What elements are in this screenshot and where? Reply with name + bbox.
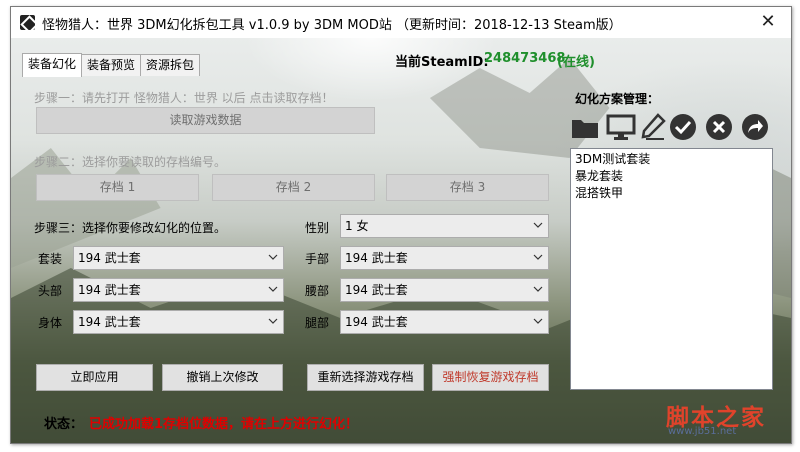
plan-list-item[interactable]: 混搭铁甲 [575,185,768,202]
chevron-down-icon [533,286,543,292]
monitor-icon[interactable] [606,112,636,142]
status-message: 已成功加载1存档位数据，请在上方进行幻化！ [89,417,359,432]
hand-label: 手部 [305,252,330,266]
waist-label: 腰部 [305,284,330,298]
step1-text: 步骤一：请先打开 怪物猎人：世界 以后 点击读取存档！ [34,91,334,105]
leg-select[interactable]: 194 武士套 [340,310,549,334]
undo-last-change-button[interactable]: 撤销上次修改 [162,364,283,391]
tab-bar: 装备幻化 装备预览 资源拆包 [22,53,201,77]
steam-id-value: 248473468 [484,51,566,66]
app-window: 怪物猎人：世界 3DM幻化拆包工具 v1.0.9 by 3DM MOD站 （更新… [10,6,792,444]
steam-id-label: 当前SteamID: [395,55,489,70]
chevron-down-icon [533,222,543,228]
app-icon [20,15,35,30]
set-select-value: 194 武士套 [78,251,141,265]
waist-select[interactable]: 194 武士套 [340,278,549,302]
body-select-value: 194 武士套 [78,315,141,329]
save-slot-3-button[interactable]: 存档 3 [386,174,549,201]
chevron-down-icon [268,254,278,260]
plan-management-title: 幻化方案管理： [575,92,660,106]
apply-now-button[interactable]: 立即应用 [36,364,153,391]
chevron-down-icon [533,318,543,324]
pen-icon[interactable] [638,112,668,142]
chevron-down-icon [268,286,278,292]
leg-label: 腿部 [305,316,330,330]
body-label: 身体 [38,316,63,330]
delete-icon[interactable] [704,112,734,142]
folder-icon[interactable] [570,112,600,142]
save-slot-2-button[interactable]: 存档 2 [212,174,375,201]
set-select[interactable]: 194 武士套 [73,246,284,270]
plan-toolbar [570,112,778,144]
plan-list-item[interactable]: 暴龙套装 [575,168,768,185]
leg-select-value: 194 武士套 [345,315,408,329]
tab-equipment-transmog[interactable]: 装备幻化 [22,53,83,77]
tab-equipment-preview[interactable]: 装备预览 [81,54,142,76]
chevron-down-icon [533,254,543,260]
gender-select[interactable]: 1 女 [340,214,549,238]
step3-text: 步骤三：选择你要修改幻化的位置。 [34,221,227,235]
chevron-down-icon [268,318,278,324]
gender-select-value: 1 女 [345,219,369,233]
window-title: 怪物猎人：世界 3DM幻化拆包工具 v1.0.9 by 3DM MOD站 （更新… [42,18,622,33]
hand-select-value: 194 武士套 [345,251,408,265]
head-label: 头部 [38,284,63,298]
title-bar: 怪物猎人：世界 3DM幻化拆包工具 v1.0.9 by 3DM MOD站 （更新… [11,7,791,38]
hand-select[interactable]: 194 武士套 [340,246,549,270]
watermark-url: www.jb51.net [668,426,737,437]
read-game-data-button[interactable]: 读取游戏数据 [36,107,375,134]
body-select[interactable]: 194 武士套 [73,310,284,334]
head-select-value: 194 武士套 [78,283,141,297]
gender-label: 性别 [305,221,330,235]
force-restore-save-button[interactable]: 强制恢复游戏存档 [432,364,549,391]
reselect-save-button[interactable]: 重新选择游戏存档 [307,364,424,391]
head-select[interactable]: 194 武士套 [73,278,284,302]
watermark: 脚本之家 www.jb51.net [660,396,790,446]
status-label: 状态： [44,417,84,432]
save-slot-1-button[interactable]: 存档 1 [36,174,199,201]
plan-list[interactable]: 3DM测试套装 暴龙套装 混搭铁甲 [570,148,773,390]
step2-text: 步骤二：选择你要读取的存档编号。 [34,155,227,169]
steam-online-status: (在线) [557,55,595,70]
plan-list-item[interactable]: 3DM测试套装 [575,151,768,168]
share-icon[interactable] [740,112,770,142]
close-button[interactable]: ✕ [745,7,791,38]
check-icon[interactable] [668,112,698,142]
set-label: 套装 [38,252,63,266]
waist-select-value: 194 武士套 [345,283,408,297]
tab-resource-unpack[interactable]: 资源拆包 [140,54,201,76]
